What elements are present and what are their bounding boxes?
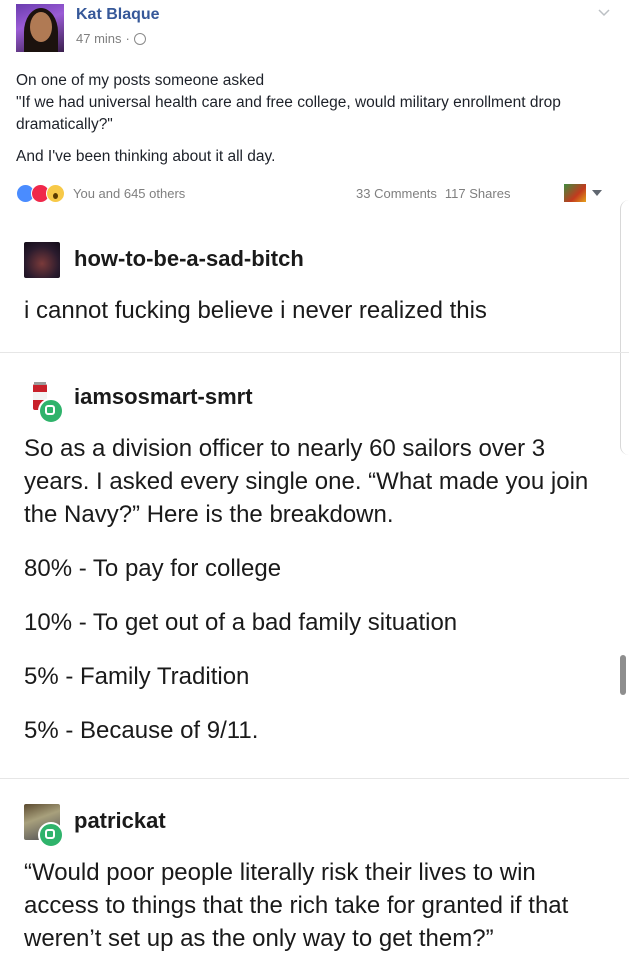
author-name[interactable]: Kat Blaque xyxy=(76,6,160,24)
globe-icon xyxy=(133,32,146,45)
paragraph: 5% - Family Tradition xyxy=(24,663,250,690)
scrollbar-thumb[interactable] xyxy=(620,655,626,695)
user-avatar[interactable] xyxy=(24,242,60,278)
paragraph: i cannot fucking believe i never realize… xyxy=(24,297,487,324)
post-meta: 47 mins · xyxy=(76,31,146,46)
avatar-face xyxy=(30,12,52,42)
post-line: And I've been thinking about it all day. xyxy=(16,148,276,165)
post-text: i cannot fucking believe i never realize… xyxy=(24,294,614,327)
author-avatar[interactable] xyxy=(16,4,64,52)
meta-separator: · xyxy=(125,31,130,46)
paragraph: 80% - To pay for college xyxy=(24,555,282,582)
shares-count[interactable]: 117 Shares xyxy=(445,186,511,201)
chevron-down-icon[interactable] xyxy=(598,6,610,18)
page-avatar-icon[interactable] xyxy=(564,184,586,202)
post-text: So as a division officer to nearly 60 sa… xyxy=(24,432,614,747)
caret-down-icon[interactable] xyxy=(592,190,602,196)
wow-icon xyxy=(46,184,65,203)
divider xyxy=(0,352,629,353)
divider xyxy=(0,778,629,779)
post-stats: 33 Comments 117 Shares xyxy=(356,186,510,201)
post-text: “Would poor people literally risk their … xyxy=(24,856,614,955)
facebook-post: Kat Blaque 47 mins · On one of my posts … xyxy=(0,0,629,214)
paragraph: 10% - To get out of a bad family situati… xyxy=(24,609,458,636)
comments-count[interactable]: 33 Comments xyxy=(356,186,437,201)
paragraph: So as a division officer to nearly 60 sa… xyxy=(24,435,589,528)
reblog-icon xyxy=(38,398,64,424)
username[interactable]: iamsosmart-smrt xyxy=(74,384,253,410)
post-line: On one of my posts someone asked xyxy=(16,72,265,89)
scroll-track xyxy=(620,200,629,455)
reblog-icon xyxy=(38,822,64,848)
username[interactable]: how-to-be-a-sad-bitch xyxy=(74,246,304,272)
post-body: On one of my posts someone asked "If we … xyxy=(16,70,616,168)
reactions-text: You and 645 others xyxy=(73,186,186,201)
paragraph: 5% - Because of 9/11. xyxy=(24,717,259,744)
paragraph: “Would poor people literally risk their … xyxy=(24,859,569,952)
post-line: "If we had universal health care and fre… xyxy=(16,94,561,133)
reactions-summary[interactable]: You and 645 others xyxy=(16,184,185,203)
post-time[interactable]: 47 mins xyxy=(76,31,122,46)
username[interactable]: patrickat xyxy=(74,808,166,834)
